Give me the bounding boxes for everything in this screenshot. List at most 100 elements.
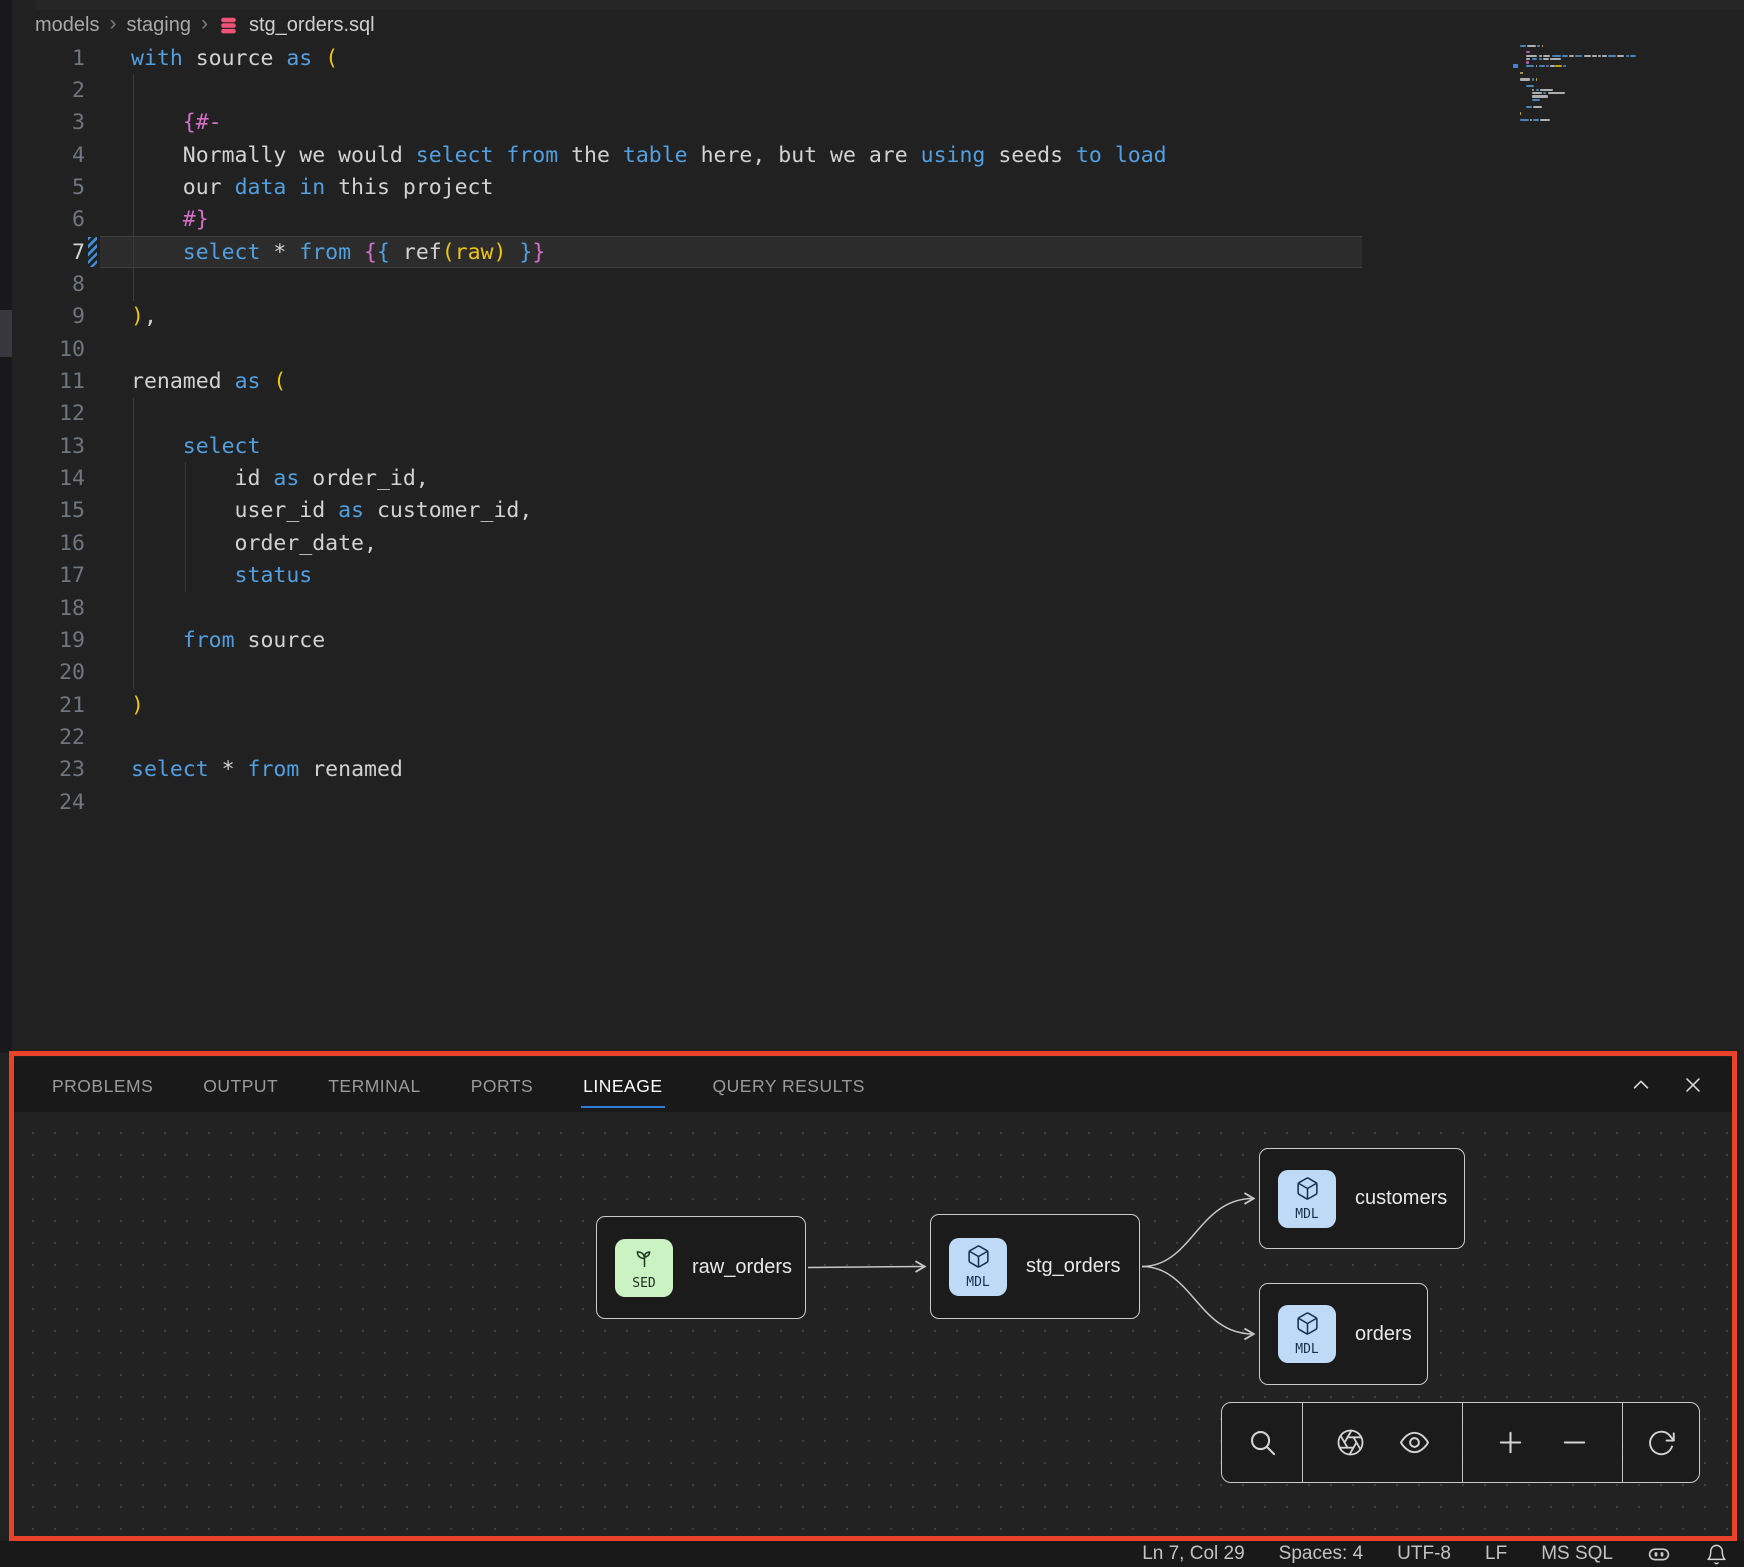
gutter-marker [88,624,103,656]
breadcrumb-folder[interactable]: staging [126,14,191,37]
lineage-toolbar [1221,1402,1700,1483]
line-number: 17 [12,563,85,588]
seedling-icon [632,1245,657,1275]
status-item[interactable]: LF [1485,1543,1507,1565]
line-number: 13 [12,434,85,459]
code-line: 4 Normally we would select from the tabl… [12,139,1744,171]
breadcrumb: models › staging › stg_orders.sql [35,9,375,41]
code-line: 20 [12,657,1744,689]
cube-badge: MDL [1278,1170,1336,1228]
tab-output[interactable]: OUTPUT [201,1062,280,1108]
line-number: 11 [12,369,85,394]
line-number: 14 [12,466,85,491]
status-item[interactable]: UTF-8 [1397,1543,1451,1565]
code-line: 19 from source [12,624,1744,656]
code-line: 22 [12,721,1744,753]
code-area[interactable]: 1with source as (23 {#-4 Normally we wou… [12,42,1744,818]
code-line: 9), [12,301,1744,333]
breadcrumb-folder[interactable]: models [35,14,99,37]
line-number: 23 [12,757,85,782]
line-number: 21 [12,693,85,718]
tab-ports[interactable]: PORTS [469,1062,535,1108]
gutter-marker [88,204,103,236]
left-rail-thumb[interactable] [0,310,12,357]
badge-label: SED [632,1276,655,1291]
line-number: 8 [12,272,85,297]
code-line: 16 order_date, [12,527,1744,559]
chevron-up-icon[interactable] [1629,1073,1653,1097]
minus-icon[interactable] [1558,1426,1592,1460]
code-line: 7 select * from {{ ref(raw) }} [12,236,1744,268]
modified-line-marker [88,236,103,268]
gutter-marker [88,42,103,74]
line-number: 3 [12,110,85,135]
status-item[interactable]: Ln 7, Col 29 [1142,1543,1244,1565]
line-number: 10 [12,337,85,362]
gutter-marker [88,268,103,300]
gutter-marker [88,139,103,171]
code-line: 18 [12,592,1744,624]
tab-lineage[interactable]: LINEAGE [581,1062,664,1108]
plus-icon[interactable] [1493,1426,1527,1460]
aperture-icon[interactable] [1333,1426,1367,1460]
chevron-right-icon: › [201,12,208,36]
line-number: 15 [12,498,85,523]
tab-problems[interactable]: PROBLEMS [50,1062,155,1108]
code-line: 21) [12,689,1744,721]
code-line: 1with source as ( [12,42,1744,74]
code-line: 17 status [12,560,1744,592]
cube-icon [1295,1311,1320,1341]
gutter-marker [88,592,103,624]
toolbar-group [1222,1403,1302,1482]
chevron-right-icon: › [109,12,116,36]
cube-badge: MDL [949,1238,1007,1296]
tab-terminal[interactable]: TERMINAL [326,1062,422,1108]
cube-icon [1295,1176,1320,1206]
status-item[interactable]: Spaces: 4 [1279,1543,1364,1565]
code-line: 8 [12,268,1744,300]
line-number: 22 [12,725,85,750]
code-line: 3 {#- [12,107,1744,139]
node-label: orders [1355,1323,1412,1346]
gutter-marker [88,786,103,818]
database-icon [218,15,239,36]
line-number: 18 [12,596,85,621]
lineage-node-raw_orders[interactable]: SED raw_orders [596,1216,806,1319]
refresh-icon[interactable] [1644,1426,1678,1460]
badge-label: MDL [1295,1207,1318,1222]
seedling-badge: SED [615,1239,673,1297]
code-line: 11renamed as ( [12,365,1744,397]
line-number: 24 [12,790,85,815]
breadcrumb-file[interactable]: stg_orders.sql [249,14,375,37]
close-icon[interactable] [1681,1073,1705,1097]
line-number: 5 [12,175,85,200]
code-line: 12 [12,398,1744,430]
node-label: raw_orders [692,1256,792,1279]
lineage-edge [808,1267,924,1268]
lineage-node-customers[interactable]: MDL customers [1259,1148,1465,1249]
lineage-node-orders[interactable]: MDL orders [1259,1283,1428,1385]
search-icon[interactable] [1245,1426,1279,1460]
code-line: 13 select [12,430,1744,462]
line-number: 20 [12,660,85,685]
code-line: 14 id as order_id, [12,462,1744,494]
cube-badge: MDL [1278,1305,1336,1363]
node-label: customers [1355,1187,1447,1210]
lineage-panel[interactable]: SEDraw_ordersMDLstg_ordersMDLcustomersMD… [14,1112,1735,1536]
gutter-marker [88,398,103,430]
lineage-node-stg_orders[interactable]: MDLstg_orders [930,1214,1140,1319]
eye-icon[interactable] [1398,1426,1432,1460]
code-editor[interactable]: models › staging › stg_orders.sql 1with … [0,0,1744,1053]
status-item[interactable]: MS SQL [1541,1543,1613,1565]
gutter-marker [88,754,103,786]
line-number: 1 [12,46,85,71]
copilot-icon[interactable] [1647,1542,1671,1566]
code-line: 5 our data in this project [12,171,1744,203]
gutter-marker [88,301,103,333]
line-number: 6 [12,207,85,232]
status-bar: Ln 7, Col 29 Spaces: 4 UTF-8 LF MS SQL [0,1541,1744,1567]
badge-label: MDL [966,1275,989,1290]
bell-icon[interactable] [1705,1543,1728,1566]
tab-query-results[interactable]: QUERY RESULTS [711,1062,867,1108]
gutter-marker [88,689,103,721]
